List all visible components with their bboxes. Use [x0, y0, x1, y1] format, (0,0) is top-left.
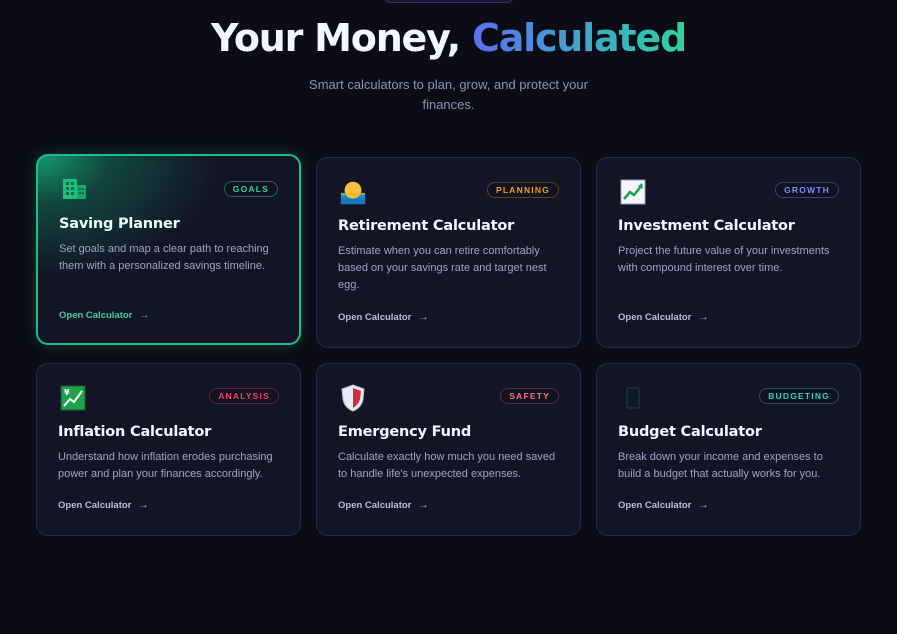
shield-icon [339, 384, 367, 412]
open-calculator-link[interactable]: Open Calculator → [618, 500, 708, 511]
card-description: Project the future value of your investm… [618, 245, 830, 274]
svg-text:¥: ¥ [64, 388, 70, 397]
badge-goals: GOALS [223, 181, 278, 197]
card-title: Budget Calculator [618, 424, 762, 440]
page-subtitle: Smart calculators to plan, grow, and pro… [309, 77, 588, 112]
card-budget-calculator[interactable]: BUDGETING Budget Calculator Break down y… [596, 363, 861, 536]
card-emergency-fund[interactable]: SAFETY Emergency Fund Calculate exactly … [316, 363, 581, 536]
cta-label: Open Calculator [618, 312, 692, 323]
open-calculator-link[interactable]: Open Calculator → [338, 500, 428, 511]
sunset-icon [339, 178, 367, 206]
top-pill-badge [383, 0, 515, 3]
title-accent: Calculated [472, 16, 687, 60]
badge-analysis: ANALYSIS [209, 388, 279, 404]
badge-planning: PLANNING [487, 182, 559, 198]
open-calculator-link[interactable]: Open Calculator → [618, 312, 708, 323]
card-title: Inflation Calculator [58, 424, 212, 440]
arrow-right-icon: → [418, 312, 429, 323]
page-title: Your Money, Calculated [0, 16, 897, 60]
cta-label: Open Calculator [618, 500, 692, 511]
card-description: Understand how inflation erodes purchasi… [58, 451, 273, 480]
cta-label: Open Calculator [58, 500, 132, 511]
card-title: Saving Planner [59, 216, 180, 232]
arrow-right-icon: → [139, 310, 150, 321]
phone-icon [619, 384, 647, 412]
badge-growth: GROWTH [775, 182, 839, 198]
card-description: Calculate exactly how much you need save… [338, 451, 556, 480]
open-calculator-link[interactable]: Open Calculator → [59, 310, 149, 321]
chart-increasing-icon [619, 178, 647, 206]
card-title: Retirement Calculator [338, 218, 515, 234]
arrow-right-icon: → [418, 500, 429, 511]
badge-safety: SAFETY [500, 388, 559, 404]
badge-budgeting: BUDGETING [759, 388, 839, 404]
cta-label: Open Calculator [338, 312, 412, 323]
card-inflation-calculator[interactable]: ¥ ANALYSIS Inflation Calculator Understa… [36, 363, 301, 536]
arrow-right-icon: → [698, 312, 709, 323]
open-calculator-link[interactable]: Open Calculator → [58, 500, 148, 511]
open-calculator-link[interactable]: Open Calculator → [338, 312, 428, 323]
calculators-page: Your Money, Calculated Smart calculators… [0, 0, 897, 634]
card-description: Estimate when you can retire comfortably… [338, 245, 547, 291]
card-title: Emergency Fund [338, 424, 472, 440]
card-title: Investment Calculator [618, 218, 795, 234]
card-investment-calculator[interactable]: GROWTH Investment Calculator Project the… [596, 157, 861, 348]
cta-label: Open Calculator [338, 500, 412, 511]
card-retirement-calculator[interactable]: PLANNING Retirement Calculator Estimate … [316, 157, 581, 348]
card-description: Break down your income and expenses to b… [618, 451, 823, 480]
cta-label: Open Calculator [59, 310, 133, 321]
card-saving-planner[interactable]: GOALS Saving Planner Set goals and map a… [36, 154, 301, 345]
arrow-right-icon: → [138, 500, 149, 511]
arrow-right-icon: → [698, 500, 709, 511]
bank-building-icon [60, 175, 88, 203]
card-description: Set goals and map a clear path to reachi… [59, 243, 269, 272]
title-main: Your Money, [211, 16, 473, 60]
yen-chart-icon: ¥ [59, 384, 87, 412]
